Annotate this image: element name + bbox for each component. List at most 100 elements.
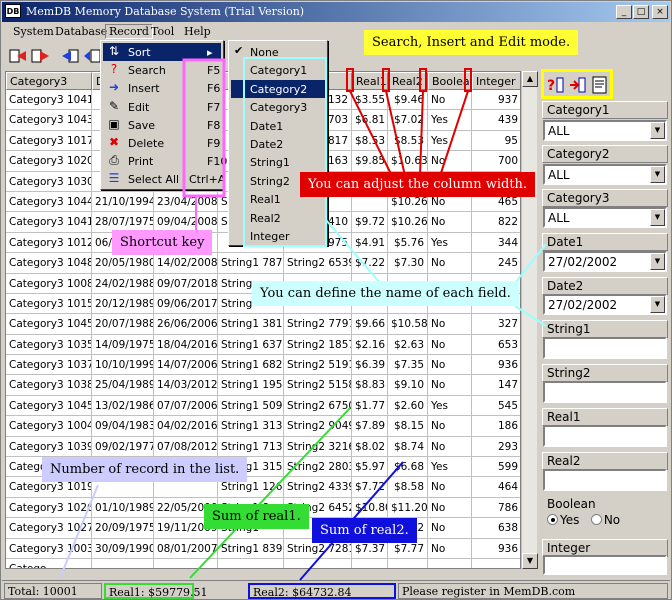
table-cell[interactable]: 14/09/1975	[92, 334, 154, 356]
table-cell[interactable]: 95	[472, 131, 520, 152]
table-cell[interactable]: 545	[472, 396, 520, 417]
table-cell[interactable]: 07/07/2006	[154, 395, 218, 417]
table-row[interactable]: Category3 1045 20/07/1988 26/06/2006 String…	[6, 314, 520, 335]
table-cell[interactable]: $9.10	[388, 375, 428, 396]
table-row[interactable]: Category3 1045 13/02/1986 07/07/2006 String…	[6, 395, 520, 417]
record-menu-item-insert[interactable]: ➜ Insert F6	[103, 79, 221, 97]
table-cell[interactable]: Category3 1045	[6, 395, 92, 417]
table-cell[interactable]: Category3 1015	[6, 293, 92, 315]
table-cell[interactable]	[92, 558, 154, 568]
table-cell[interactable]: String2 1857	[284, 334, 352, 356]
table-cell[interactable]: 20/09/1975	[92, 518, 154, 539]
next-record-icon[interactable]	[60, 45, 82, 67]
table-cell[interactable]	[388, 558, 428, 568]
table-cell[interactable]: Yes	[428, 130, 472, 152]
table-cell[interactable]: No	[428, 151, 472, 172]
table-cell[interactable]: 786	[472, 498, 520, 519]
table-cell[interactable]: $8.53	[388, 130, 428, 152]
table-cell[interactable]: Category3 1044	[6, 191, 92, 213]
table-cell[interactable]: 599	[472, 457, 520, 478]
table-cell[interactable]: $10.80	[352, 497, 388, 519]
table-cell[interactable]: Catego	[6, 558, 92, 568]
table-cell[interactable]: $8.83	[352, 375, 388, 396]
table-cell[interactable]: $8.53	[352, 130, 388, 152]
table-cell[interactable]: Category3 1004	[6, 416, 92, 437]
table-cell[interactable]: 822	[472, 212, 520, 233]
table-cell[interactable]: No	[428, 355, 472, 376]
insert-mode-icon[interactable]	[568, 75, 588, 95]
menu-database[interactable]: Database	[52, 25, 110, 38]
table-cell[interactable]: 638	[472, 518, 520, 539]
table-cell[interactable]: $10.58	[388, 314, 428, 335]
table-cell[interactable]: $10.26	[388, 212, 428, 233]
table-cell[interactable]: No	[428, 375, 472, 396]
table-cell[interactable]: No	[428, 416, 472, 437]
table-cell[interactable]: String2 5191	[284, 355, 352, 376]
table-cell[interactable]	[472, 559, 520, 568]
first-record-icon[interactable]	[7, 45, 29, 67]
table-cell[interactable]: $7.72	[352, 477, 388, 498]
table-cell[interactable]: $8.74	[388, 436, 428, 458]
table-cell[interactable]: $7.22	[352, 253, 388, 274]
table-cell[interactable]: $6.81	[352, 110, 388, 131]
table-cell[interactable]: String2 3216	[284, 436, 352, 458]
column-header-boolean[interactable]: Boolean	[428, 72, 472, 90]
menu-help[interactable]: Help	[181, 25, 214, 38]
real1-input[interactable]	[543, 425, 667, 447]
table-cell[interactable]: $9.72	[352, 212, 388, 233]
table-cell[interactable]: Category3 1041	[6, 212, 92, 233]
table-cell[interactable]: String2 9049	[284, 416, 352, 437]
table-row[interactable]: Category3 1035 14/09/1975 18/04/2016 String…	[6, 334, 520, 356]
table-cell[interactable]: $10.63	[388, 151, 428, 172]
record-menu-item-search[interactable]: ? Search F5	[103, 61, 221, 79]
table-cell[interactable]: No	[428, 334, 472, 356]
table-cell[interactable]: String1 1954	[218, 375, 284, 396]
table-cell[interactable]: No	[428, 538, 472, 559]
table-cell[interactable]: String2 4339	[284, 477, 352, 498]
sort-option-category2[interactable]: Category2	[231, 79, 325, 98]
column-header-real2[interactable]: Real2	[388, 72, 428, 90]
table-cell[interactable]: No	[428, 253, 472, 274]
chevron-down-icon[interactable]: ▼	[650, 253, 665, 270]
table-row[interactable]: Category3 1003 30/09/1990 08/01/2007 String…	[6, 538, 520, 559]
record-menu-item-sort[interactable]: ⇅ Sort ▸	[103, 43, 221, 61]
radio-unchecked-icon[interactable]	[590, 514, 602, 525]
table-cell[interactable]	[218, 558, 284, 568]
table-cell[interactable]: Category3 1043	[6, 110, 92, 131]
table-cell[interactable]: String1 3136	[218, 416, 284, 437]
table-cell[interactable]: 936	[472, 539, 520, 559]
chevron-down-icon[interactable]: ▼	[650, 296, 665, 313]
table-cell[interactable]: 18/04/2016	[154, 334, 218, 356]
table-cell[interactable]: String1 8392	[218, 538, 284, 559]
table-cell[interactable]: Category3 1048	[6, 253, 92, 274]
table-cell[interactable]: 937	[472, 90, 520, 111]
record-menu-item-edit[interactable]: ✎ Edit F7	[103, 98, 221, 116]
minimize-button[interactable]: _	[616, 5, 632, 19]
table-cell[interactable]: Category3 1026	[6, 497, 92, 519]
table-cell[interactable]: $8.02	[352, 436, 388, 458]
category1-select[interactable]: ALL ▼	[543, 120, 667, 141]
table-cell[interactable]: 08/01/2007	[154, 538, 218, 559]
record-menu-item-save[interactable]: ▣ Save F8	[103, 116, 221, 134]
table-cell[interactable]: No	[428, 436, 472, 458]
table-cell[interactable]: String2 6750	[284, 395, 352, 417]
table-cell[interactable]	[154, 558, 218, 568]
table-cell[interactable]: Category3 1003	[6, 538, 92, 559]
real2-input[interactable]	[543, 469, 667, 491]
table-cell[interactable]: 20/07/1988	[92, 314, 154, 335]
table-cell[interactable]: Category3 1041	[6, 90, 92, 111]
table-cell[interactable]: $8.58	[388, 477, 428, 498]
table-cell[interactable]: String1 7138	[218, 436, 284, 458]
table-cell[interactable]: 09/06/2017	[154, 293, 218, 315]
radio-checked-icon[interactable]	[547, 514, 558, 525]
table-cell[interactable]: $5.76	[388, 232, 428, 254]
grid-vertical-scrollbar[interactable]: ▲ ▼	[521, 71, 538, 569]
table-cell[interactable]: 26/06/2006	[154, 314, 218, 335]
table-cell[interactable]: Category3 1017	[6, 130, 92, 152]
category2-select[interactable]: ALL ▼	[543, 164, 667, 185]
column-header-real1[interactable]: Real1	[352, 72, 388, 90]
chevron-down-icon[interactable]: ▼	[650, 122, 665, 139]
table-cell[interactable]: Category3 1035	[6, 334, 92, 356]
table-cell[interactable]: Category3 1030	[6, 171, 92, 192]
table-cell[interactable]: String1 3816	[218, 314, 284, 335]
